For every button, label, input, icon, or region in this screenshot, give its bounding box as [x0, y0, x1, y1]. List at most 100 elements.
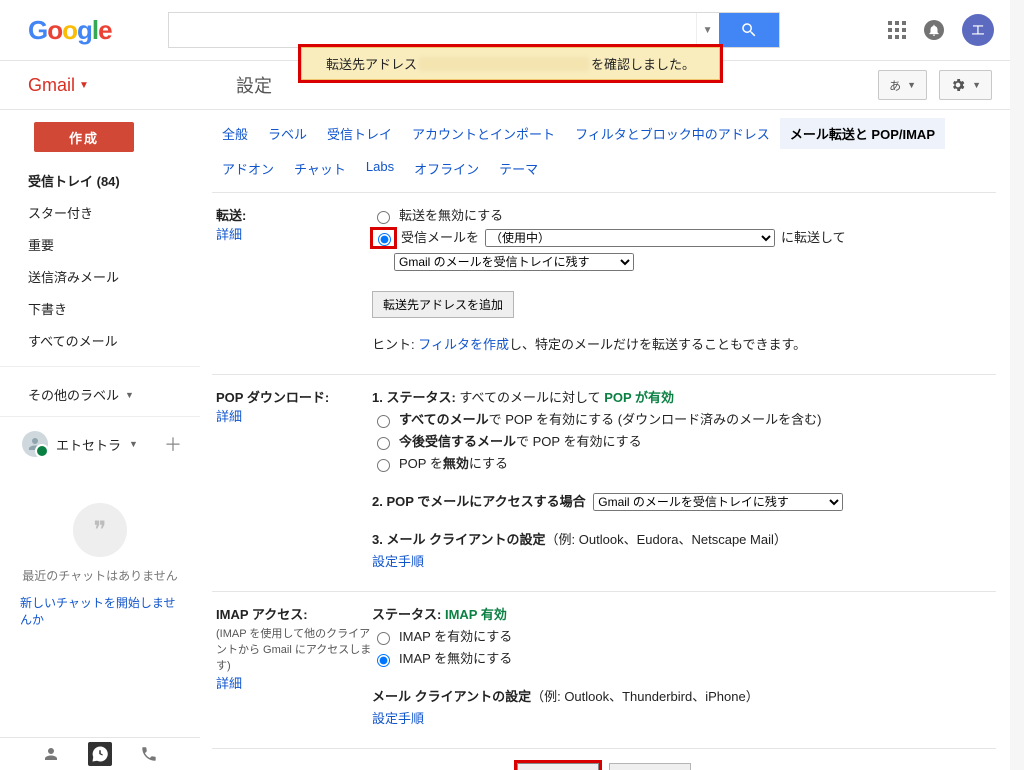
settings-tabs-row2: アドオン チャット Labs オフライン テーマ	[212, 153, 996, 184]
imap-status-value: IMAP 有効	[445, 607, 507, 622]
banner-text-prefix: 転送先アドレス	[326, 54, 417, 73]
pop-all-bold: すべてのメール	[399, 412, 489, 427]
imap-enable-radio[interactable]	[377, 632, 390, 645]
pop-now-rest: で POP を有効にする	[516, 434, 642, 449]
tab-themes[interactable]: テーマ	[489, 153, 548, 184]
create-filter-link[interactable]: フィルタを作成	[418, 337, 509, 352]
chat-account[interactable]: エトセトラ ▼ ＋	[0, 425, 200, 463]
input-method-button[interactable]: あ▼	[878, 70, 927, 100]
tab-labs[interactable]: Labs	[356, 153, 404, 184]
forward-hint-post: し、特定のメールだけを転送することもできます。	[509, 337, 806, 352]
imap-label: IMAP アクセス:	[216, 607, 308, 622]
search-bar: ▼	[168, 12, 780, 48]
settings-tabs-row1: 全般 ラベル 受信トレイ アカウントとインポート フィルタとブロック中のアドレス…	[212, 118, 996, 149]
pop-disable-radio[interactable]	[377, 459, 390, 472]
pop-dis-post: にする	[469, 456, 508, 471]
hangouts-footer-icon[interactable]	[88, 742, 112, 766]
pop-access-select[interactable]: Gmail のメールを受信トレイに残す	[593, 493, 843, 511]
compose-button[interactable]: 作成	[34, 122, 134, 152]
phone-footer-icon[interactable]	[140, 745, 158, 763]
search-icon	[740, 21, 758, 39]
pop-detail-link[interactable]: 詳細	[216, 409, 242, 424]
forward-enable-radio[interactable]	[378, 233, 391, 246]
banner-text-suffix: を確認しました。	[591, 54, 695, 73]
page-title: 設定	[236, 72, 272, 98]
gmail-menu[interactable]: Gmail▼	[0, 75, 228, 96]
tab-forwarding-pop-imap[interactable]: メール転送と POP/IMAP	[780, 118, 945, 149]
confirmation-banner: 転送先アドレス を確認しました。	[298, 44, 723, 83]
presence-dot-icon	[35, 444, 49, 458]
no-recent-chats-text: 最近のチャットはありません	[22, 567, 178, 584]
forward-address-select[interactable]: （使用中）	[485, 229, 775, 247]
tab-addons[interactable]: アドオン	[212, 153, 284, 184]
start-chat-link[interactable]: 新しいチャットを開始しませんか	[20, 594, 180, 628]
contacts-footer-icon[interactable]	[42, 745, 60, 763]
forwarding-section: 転送: 詳細 転送を無効にする 受信メールを （使用中） に転送して	[212, 192, 996, 374]
pop-from-now-radio[interactable]	[377, 437, 390, 450]
tab-accounts[interactable]: アカウントとインポート	[402, 118, 565, 149]
pop-all-rest: で POP を有効にする (ダウンロード済みのメールを含む)	[489, 412, 822, 427]
tab-filters[interactable]: フィルタとブロック中のアドレス	[565, 118, 780, 149]
nav-allmail[interactable]: すべてのメール	[0, 326, 200, 358]
pop-section: POP ダウンロード: 詳細 1. ステータス: すべてのメールに対して POP…	[212, 374, 996, 591]
nav-drafts[interactable]: 下書き	[0, 294, 200, 326]
settings-gear-button[interactable]: ▼	[939, 70, 992, 100]
nav-starred[interactable]: スター付き	[0, 198, 200, 230]
nav-other-labels[interactable]: その他のラベル▼	[0, 375, 200, 408]
pop-access-label: 2. POP でメールにアクセスする場合	[372, 494, 586, 509]
forward-keep-select[interactable]: Gmail のメールを受信トレイに残す	[394, 253, 634, 271]
account-avatar[interactable]: エ	[962, 14, 994, 46]
chat-avatar-icon	[22, 431, 48, 457]
nav-inbox[interactable]: 受信トレイ (84)	[0, 166, 200, 198]
pop-all-radio[interactable]	[377, 415, 390, 428]
imap-enable-label: IMAP を有効にする	[399, 626, 512, 648]
cancel-button[interactable]: キャンセル	[609, 763, 691, 770]
forwarding-detail-link[interactable]: 詳細	[216, 227, 242, 242]
tab-chat[interactable]: チャット	[284, 153, 356, 184]
pop-dis-bold: 無効	[443, 456, 469, 471]
save-bar: 変更を保存 キャンセル	[212, 748, 996, 770]
imap-disable-radio[interactable]	[377, 654, 390, 667]
gear-icon	[950, 77, 966, 93]
tab-general[interactable]: 全般	[212, 118, 258, 149]
forward-disable-label: 転送を無効にする	[399, 205, 503, 227]
google-logo[interactable]: Google	[28, 15, 112, 46]
pop-dis-pre: POP を	[399, 456, 443, 471]
forward-disable-radio[interactable]	[377, 211, 390, 224]
imap-sublabel: (IMAP を使用して他のクライアントから Gmail にアクセスします)	[216, 625, 372, 673]
search-button[interactable]	[719, 13, 779, 47]
tab-inbox[interactable]: 受信トレイ	[317, 118, 402, 149]
pop-status-value: POP が有効	[604, 390, 674, 405]
imap-setup-link[interactable]: 設定手順	[372, 711, 424, 726]
imap-section: IMAP アクセス: (IMAP を使用して他のクライアントから Gmail に…	[212, 591, 996, 748]
notifications-icon[interactable]	[924, 20, 944, 40]
apps-icon[interactable]	[888, 21, 906, 39]
forward-enable-post: に転送して	[781, 227, 846, 249]
redacted-address	[419, 57, 589, 71]
forward-hint-pre: ヒント:	[372, 337, 418, 352]
add-forward-address-button[interactable]: 転送先アドレスを追加	[372, 291, 514, 318]
tab-offline[interactable]: オフライン	[404, 153, 489, 184]
pop-setup-link[interactable]: 設定手順	[372, 554, 424, 569]
tab-labels[interactable]: ラベル	[258, 118, 317, 149]
imap-status-label: ステータス:	[372, 607, 445, 622]
pop-status-mid: すべてのメールに対して	[456, 390, 604, 405]
search-input[interactable]	[169, 13, 696, 47]
pop-label: POP ダウンロード:	[216, 390, 329, 405]
pop-client-label: 3. メール クライアントの設定	[372, 532, 546, 547]
pop-client-examples: （例: Outlook、Eudora、Netscape Mail）	[546, 532, 787, 547]
forward-enable-pre: 受信メールを	[401, 227, 479, 249]
nav-important[interactable]: 重要	[0, 230, 200, 262]
imap-client-examples: （例: Outlook、Thunderbird、iPhone）	[531, 689, 759, 704]
search-options-dropdown[interactable]: ▼	[696, 13, 719, 47]
pop-now-bold: 今後受信するメール	[399, 434, 516, 449]
imap-client-label: メール クライアントの設定	[372, 689, 531, 704]
forwarding-label: 転送:	[216, 208, 246, 223]
pop-status-label: 1. ステータス:	[372, 390, 456, 405]
add-chat-button[interactable]: ＋	[164, 431, 182, 457]
imap-detail-link[interactable]: 詳細	[216, 676, 242, 691]
save-changes-button[interactable]: 変更を保存	[517, 763, 599, 770]
imap-disable-label: IMAP を無効にする	[399, 648, 512, 670]
nav-sent[interactable]: 送信済みメール	[0, 262, 200, 294]
hangouts-icon: ❞	[73, 503, 127, 557]
